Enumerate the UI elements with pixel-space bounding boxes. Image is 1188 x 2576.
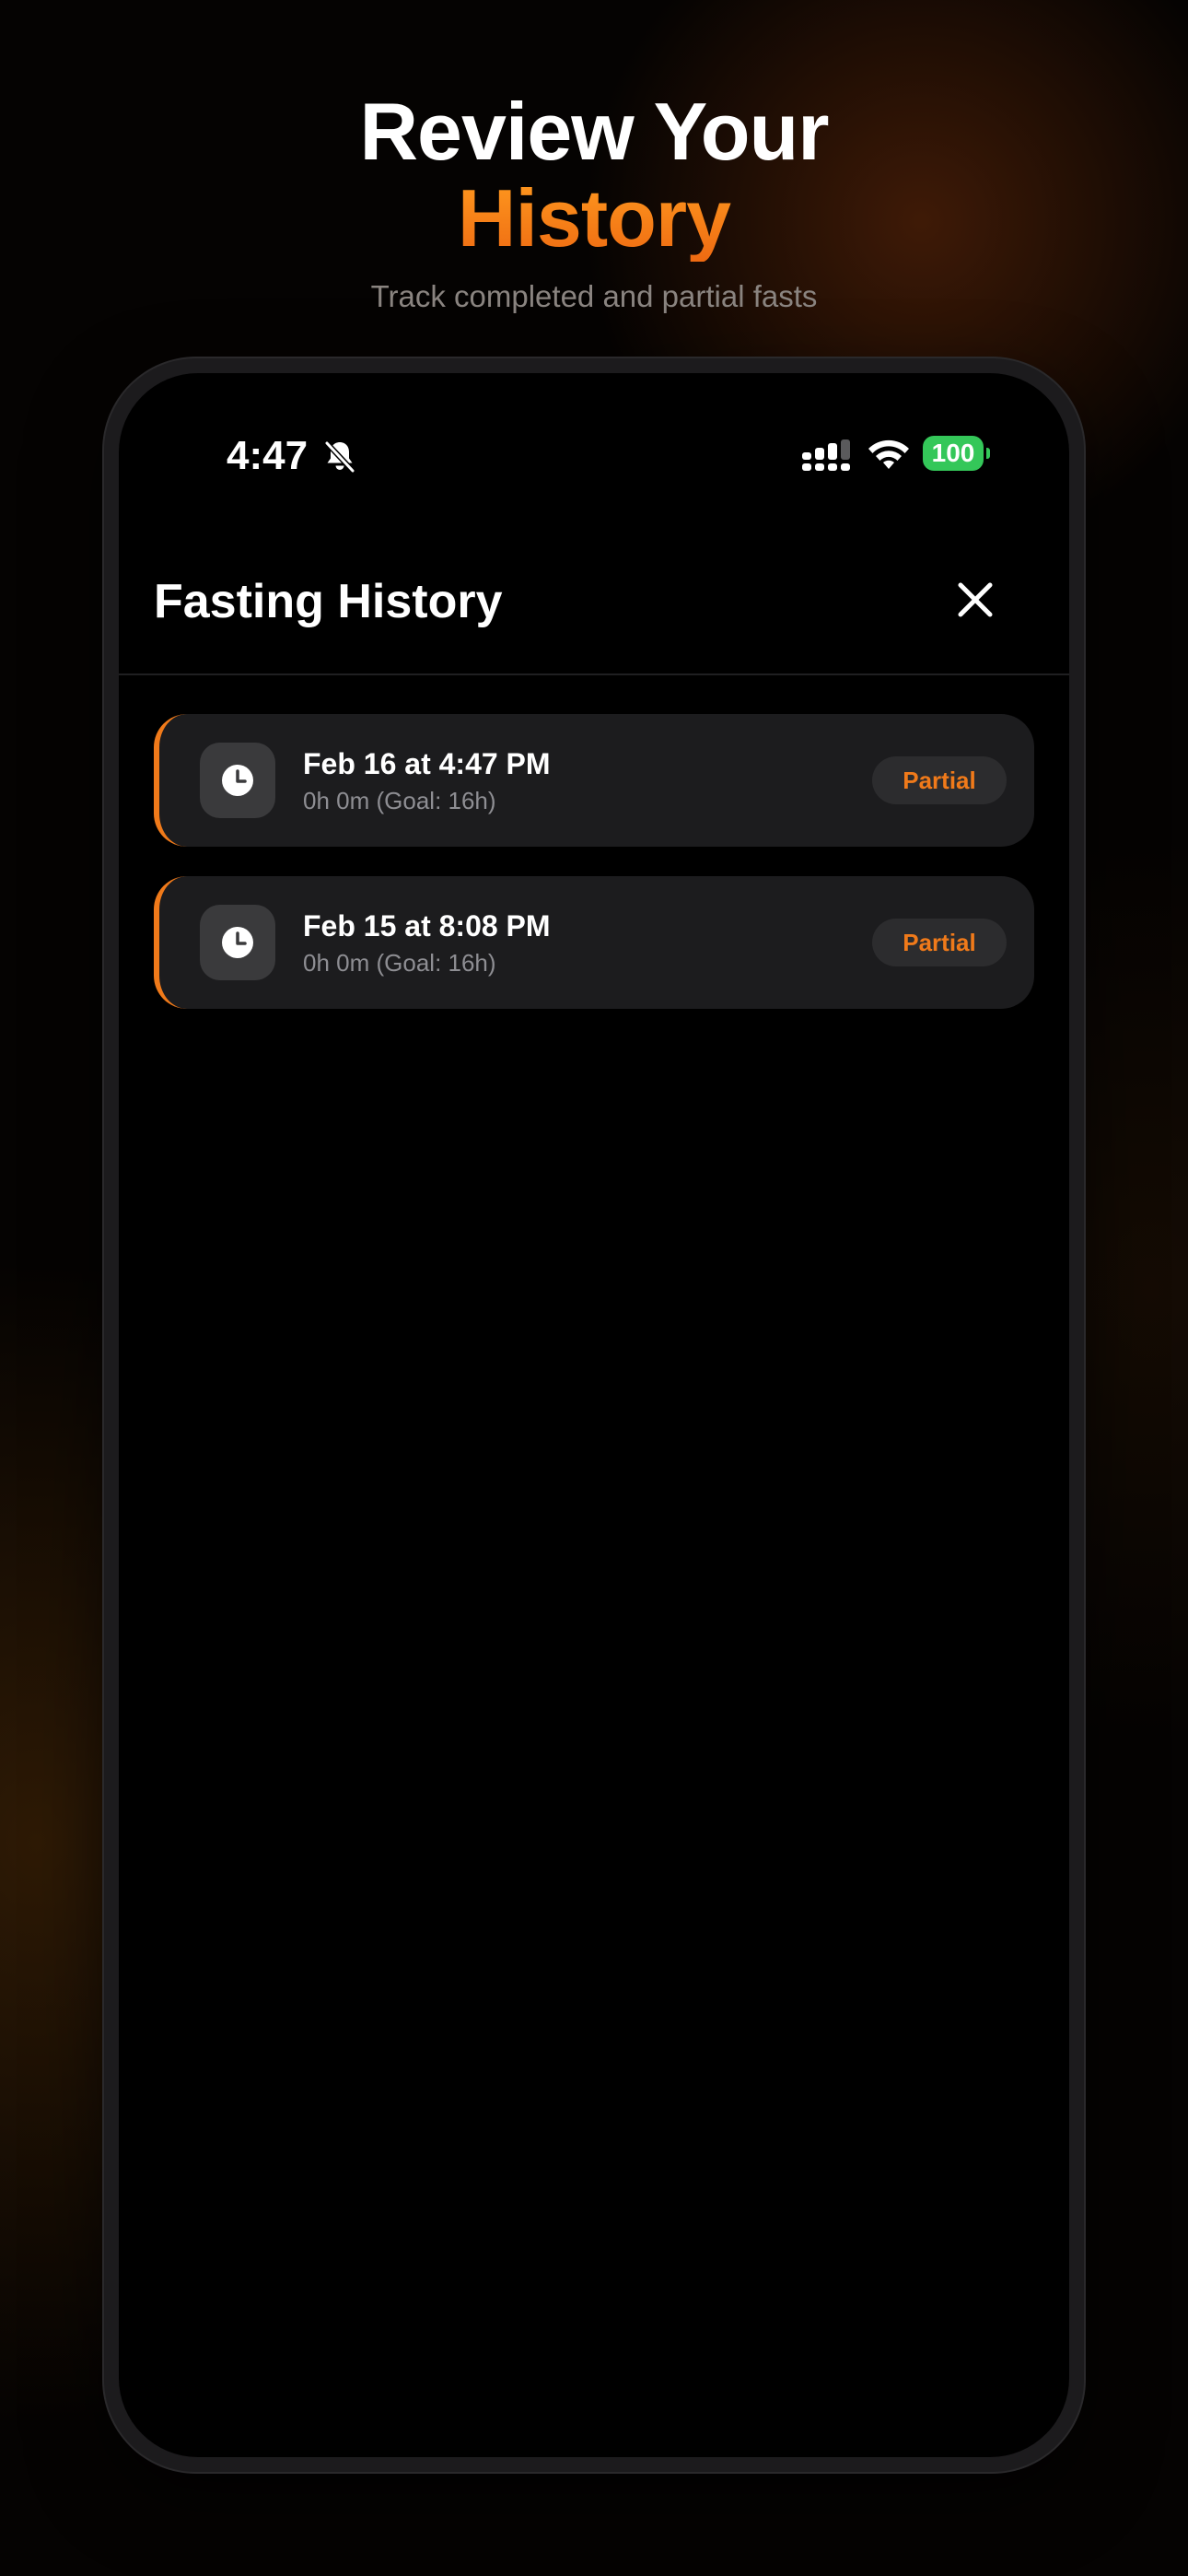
history-list: Feb 16 at 4:47 PM 0h 0m (Goal: 16h) Part…	[154, 714, 1034, 1038]
bell-slash-icon	[324, 440, 355, 474]
status-badge: Partial	[872, 919, 1007, 966]
promo-headline: Review Your History Track completed and …	[0, 88, 1188, 315]
headline-line-2: History	[0, 175, 1188, 262]
status-time: 4:47	[227, 433, 309, 478]
page-title: Fasting History	[154, 575, 503, 628]
history-item-date: Feb 16 at 4:47 PM	[303, 747, 551, 780]
battery-tip	[986, 448, 990, 459]
history-item[interactable]: Feb 15 at 8:08 PM 0h 0m (Goal: 16h) Part…	[154, 876, 1034, 1009]
history-item-icon-box	[200, 905, 275, 980]
history-item[interactable]: Feb 16 at 4:47 PM 0h 0m (Goal: 16h) Part…	[154, 714, 1034, 847]
promo-canvas: Review Your History Track completed and …	[0, 0, 1188, 2576]
phone-screen: 4:47 100 Fasting History Feb 16 at 4:47 …	[119, 373, 1069, 2457]
history-item-date: Feb 15 at 8:08 PM	[303, 909, 551, 943]
clock-icon	[222, 927, 253, 958]
headline-line-1: Review Your	[359, 86, 829, 177]
signal-icon	[802, 439, 850, 471]
header-divider	[119, 673, 1069, 675]
wifi-icon	[868, 439, 909, 469]
close-icon	[958, 582, 993, 617]
phone-frame: 4:47 100 Fasting History Feb 16 at 4:47 …	[104, 358, 1084, 2472]
battery-icon: 100	[923, 436, 984, 471]
clock-icon	[222, 765, 253, 796]
close-button[interactable]	[946, 570, 1005, 629]
history-item-detail: 0h 0m (Goal: 16h)	[303, 949, 496, 977]
history-item-icon-box	[200, 743, 275, 818]
promo-subtitle: Track completed and partial fasts	[370, 279, 818, 313]
history-item-detail: 0h 0m (Goal: 16h)	[303, 787, 496, 814]
status-badge: Partial	[872, 756, 1007, 804]
